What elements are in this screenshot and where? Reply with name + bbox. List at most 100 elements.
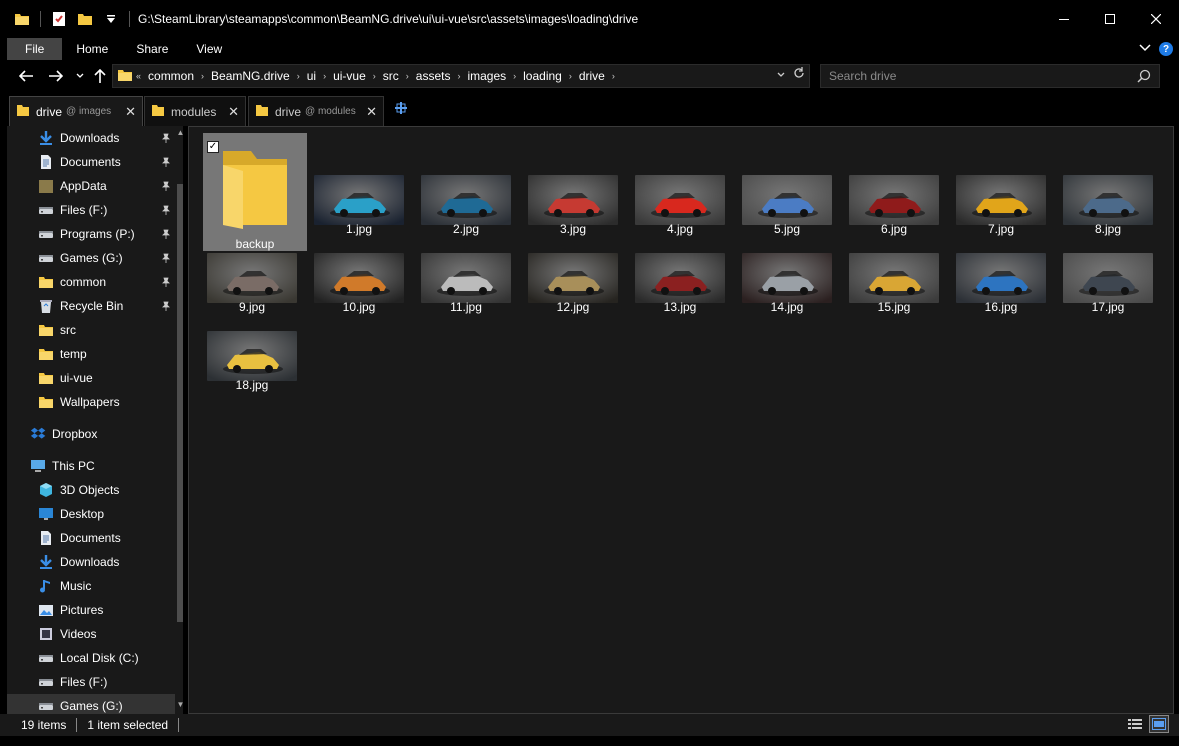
breadcrumb-separator[interactable]: › [510, 71, 519, 81]
sidebar-item-games-g-[interactable]: Games (G:) [7, 246, 175, 270]
details-view-icon[interactable] [1125, 715, 1145, 733]
sidebar-item-downloads[interactable]: Downloads [7, 126, 175, 150]
breadcrumb-separator[interactable]: › [370, 71, 379, 81]
search-input[interactable]: Search drive [820, 64, 1160, 88]
file-list-view[interactable]: ✓ backup 1.jpg 2.jpg 3.jpg 4.jpg 5.jpg 6.jpg 7.j… [188, 126, 1174, 714]
address-dropdown-icon[interactable] [777, 69, 785, 81]
sidebar-item-wallpapers[interactable]: Wallpapers [7, 390, 175, 414]
breadcrumb-common[interactable]: common [144, 69, 198, 83]
image-file-item[interactable]: 6.jpg [845, 161, 943, 239]
back-button[interactable] [16, 66, 36, 86]
image-file-item[interactable]: 17.jpg [1059, 239, 1157, 317]
close-tab-icon[interactable]: ✕ [125, 104, 136, 120]
sidebar-item-pc-local-disk-c-[interactable]: Local Disk (C:) [7, 646, 175, 670]
tab-share[interactable]: Share [122, 38, 182, 60]
sidebar-item-src[interactable]: src [7, 318, 175, 342]
tab-file[interactable]: File [7, 38, 63, 60]
recent-locations-chevron-icon[interactable] [70, 66, 90, 86]
sidebar-item-programs-p-[interactable]: Programs (P:) [7, 222, 175, 246]
image-file-item[interactable]: 7.jpg [952, 161, 1050, 239]
sidebar-item-appdata[interactable]: AppData [7, 174, 175, 198]
image-file-item[interactable]: 8.jpg [1059, 161, 1157, 239]
sidebar-item-pc-videos[interactable]: Videos [7, 622, 175, 646]
image-file-item[interactable]: 16.jpg [952, 239, 1050, 317]
folder-icon[interactable] [14, 11, 30, 27]
image-file-item[interactable]: 13.jpg [631, 239, 729, 317]
sidebar-item-pc-documents[interactable]: Documents [7, 526, 175, 550]
breadcrumb-ui[interactable]: ui [303, 69, 320, 83]
image-file-item[interactable]: 10.jpg [310, 239, 408, 317]
image-file-item[interactable]: 9.jpg [203, 239, 301, 317]
breadcrumb-separator[interactable]: › [609, 71, 618, 81]
refresh-icon[interactable] [793, 67, 805, 82]
breadcrumb-separator[interactable]: › [198, 71, 207, 81]
breadcrumb-ui-vue[interactable]: ui-vue [329, 69, 370, 83]
tab-home[interactable]: Home [62, 38, 122, 60]
scroll-up-icon[interactable]: ▲ [176, 128, 183, 140]
image-file-item[interactable]: 14.jpg [738, 239, 836, 317]
sidebar-item-recycle-bin[interactable]: Recycle Bin [7, 294, 175, 318]
breadcrumb-separator[interactable]: › [566, 71, 575, 81]
sidebar-item-pc-downloads[interactable]: Downloads [7, 550, 175, 574]
scroll-down-icon[interactable]: ▼ [176, 700, 183, 712]
maximize-button[interactable] [1087, 0, 1133, 38]
breadcrumb-drive[interactable]: drive [575, 69, 609, 83]
breadcrumb-assets[interactable]: assets [412, 69, 455, 83]
up-button[interactable] [90, 66, 110, 86]
sidebar-item-dropbox[interactable]: Dropbox [7, 422, 175, 446]
image-file-item[interactable]: 1.jpg [310, 161, 408, 239]
breadcrumb-src[interactable]: src [379, 69, 403, 83]
sidebar-item-files-f-[interactable]: Files (F:) [7, 198, 175, 222]
forward-button[interactable] [46, 66, 66, 86]
new-tab-plus-icon[interactable] [394, 101, 410, 117]
close-tab-icon[interactable]: ✕ [366, 104, 377, 120]
close-button[interactable] [1133, 0, 1179, 38]
selection-checkbox[interactable]: ✓ [207, 141, 219, 153]
expand-ribbon-chevron-icon[interactable] [1139, 42, 1151, 56]
image-file-item[interactable]: 3.jpg [524, 161, 622, 239]
large-icons-view-icon[interactable] [1149, 715, 1169, 733]
image-file-item[interactable]: 2.jpg [417, 161, 515, 239]
breadcrumb-separator[interactable]: › [320, 71, 329, 81]
sidebar-item-common[interactable]: common [7, 270, 175, 294]
image-file-item[interactable]: 11.jpg [417, 239, 515, 317]
sidebar-item-pc-desktop[interactable]: Desktop [7, 502, 175, 526]
tab-view[interactable]: View [182, 38, 236, 60]
close-tab-icon[interactable]: ✕ [228, 104, 239, 120]
minimize-button[interactable] [1041, 0, 1087, 38]
customize-dropdown-icon[interactable] [103, 11, 119, 27]
breadcrumb-loading[interactable]: loading [519, 69, 566, 83]
image-file-item[interactable]: 12.jpg [524, 239, 622, 317]
help-icon[interactable]: ? [1159, 42, 1173, 56]
image-file-item[interactable]: 15.jpg [845, 239, 943, 317]
image-file-item[interactable]: 5.jpg [738, 161, 836, 239]
sidebar-item-ui-vue[interactable]: ui-vue [7, 366, 175, 390]
address-bar[interactable]: « common › BeamNG.drive › ui › ui-vue › … [112, 64, 810, 88]
search-icon[interactable] [1137, 69, 1151, 86]
breadcrumb-separator[interactable]: › [454, 71, 463, 81]
scrollbar-thumb[interactable] [177, 184, 183, 622]
sidebar-item-pc-3d-objects[interactable]: 3D Objects [7, 478, 175, 502]
sidebar-item-this-pc[interactable]: This PC [7, 454, 175, 478]
breadcrumb-beamng[interactable]: BeamNG.drive [207, 69, 294, 83]
sidebar-scrollbar[interactable]: ▲ ▼ [176, 126, 183, 714]
sidebar-item-documents[interactable]: Documents [7, 150, 175, 174]
sidebar-item-temp[interactable]: temp [7, 342, 175, 366]
new-folder-icon[interactable] [77, 11, 93, 27]
breadcrumb-separator[interactable]: › [403, 71, 412, 81]
image-file-item[interactable]: 4.jpg [631, 161, 729, 239]
folder-tab-modules[interactable]: modules ✕ [144, 96, 246, 126]
overflow-chevron[interactable]: « [133, 71, 144, 81]
sidebar-item-pc-pictures[interactable]: Pictures [7, 598, 175, 622]
folder-tab-drive-modules[interactable]: drive @ modules ✕ [248, 96, 384, 126]
folder-tab-drive-images[interactable]: drive @ images ✕ [9, 96, 143, 126]
image-file-item[interactable]: 18.jpg [203, 317, 301, 395]
breadcrumb-images[interactable]: images [463, 69, 510, 83]
folder-item-backup[interactable]: ✓ backup [203, 133, 307, 251]
sidebar-item-pc-files-f-[interactable]: Files (F:) [7, 670, 175, 694]
sidebar-item-pc-music[interactable]: Music [7, 574, 175, 598]
properties-checkbox-icon[interactable] [51, 11, 67, 27]
breadcrumb-separator[interactable]: › [294, 71, 303, 81]
sidebar-item-pc-games-g-[interactable]: Games (G:) [7, 694, 175, 714]
file-name: 14.jpg [770, 300, 804, 314]
